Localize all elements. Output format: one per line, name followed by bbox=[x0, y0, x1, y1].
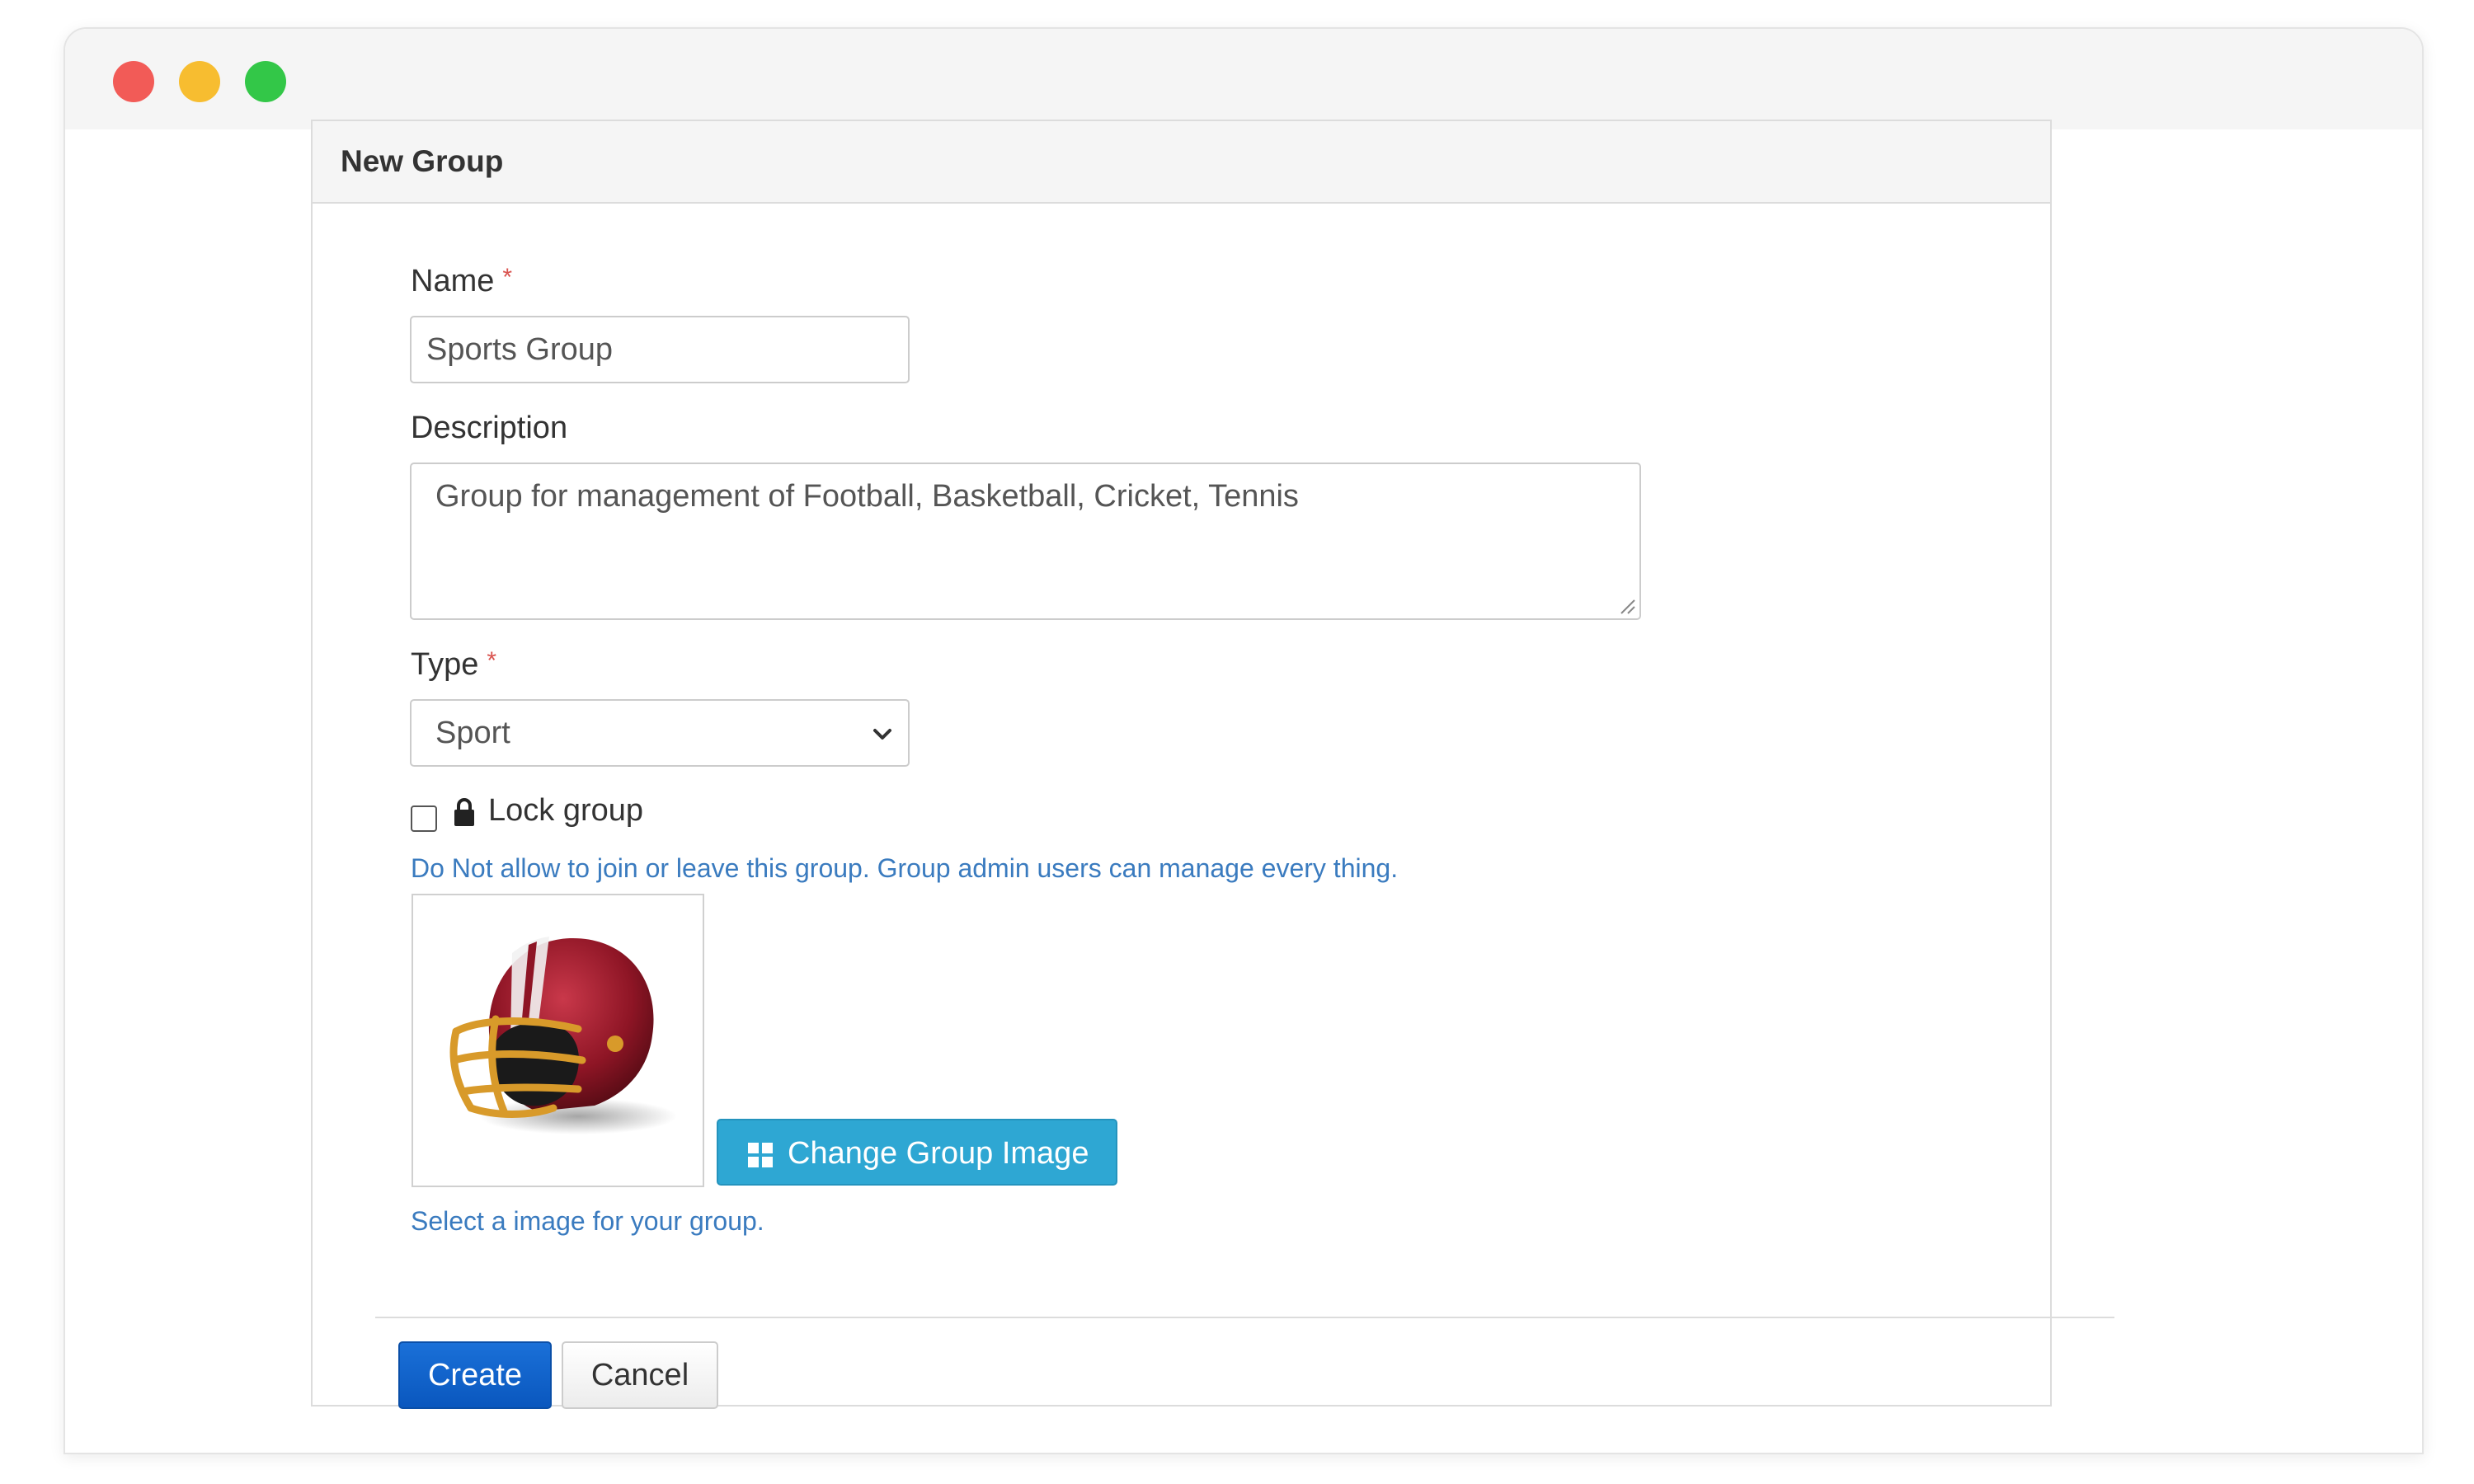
name-input[interactable]: Sports Group bbox=[410, 316, 910, 383]
name-input-value: Sports Group bbox=[426, 332, 613, 367]
lock-group-checkbox[interactable] bbox=[411, 805, 437, 832]
grid-icon bbox=[748, 1143, 773, 1167]
group-image-help: Select a image for your group. bbox=[411, 1206, 764, 1236]
lock-group-label: Lock group bbox=[488, 793, 644, 828]
type-selected-value: Sport bbox=[435, 716, 510, 750]
chevron-down-icon bbox=[873, 729, 891, 740]
close-window-button[interactable] bbox=[113, 61, 154, 102]
name-label: Name * bbox=[411, 264, 512, 299]
name-label-text: Name bbox=[411, 264, 495, 298]
panel-title: New Group bbox=[341, 144, 504, 178]
title-bar bbox=[65, 29, 2422, 129]
minimize-window-button[interactable] bbox=[179, 61, 220, 102]
lock-icon bbox=[454, 798, 474, 826]
type-select[interactable]: Sport bbox=[410, 699, 910, 767]
change-group-image-button[interactable]: Change Group Image bbox=[717, 1119, 1117, 1186]
type-label-text: Type bbox=[411, 647, 479, 682]
football-helmet-image bbox=[449, 937, 677, 1134]
description-value: Group for management of Football, Basket… bbox=[435, 479, 1299, 514]
change-group-image-label: Change Group Image bbox=[788, 1136, 1089, 1171]
resize-handle-icon[interactable] bbox=[1616, 595, 1636, 615]
description-label: Description bbox=[411, 411, 568, 445]
required-mark: * bbox=[502, 264, 513, 291]
cancel-button[interactable]: Cancel bbox=[562, 1341, 718, 1409]
footer-divider bbox=[375, 1317, 2114, 1318]
group-image-preview bbox=[412, 894, 704, 1187]
maximize-window-button[interactable] bbox=[245, 61, 286, 102]
lock-group-help: Do Not allow to join or leave this group… bbox=[411, 853, 1399, 883]
create-button[interactable]: Create bbox=[398, 1341, 552, 1409]
required-mark: * bbox=[487, 647, 497, 674]
description-textarea[interactable]: Group for management of Football, Basket… bbox=[410, 463, 1641, 620]
panel-header: New Group bbox=[313, 121, 2050, 204]
type-label: Type * bbox=[411, 647, 496, 683]
